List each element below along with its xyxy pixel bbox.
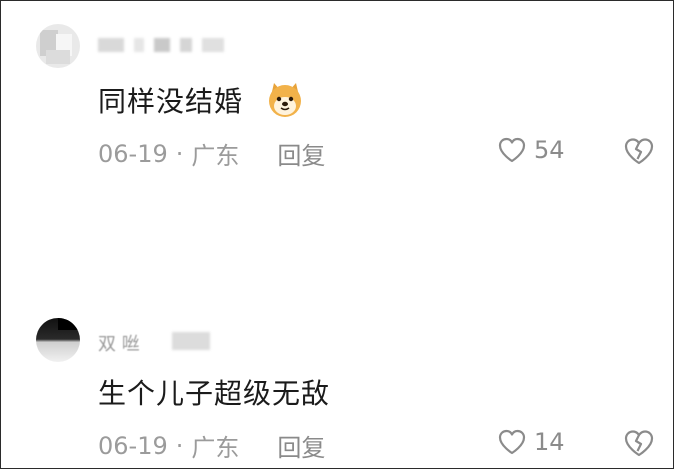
comment-location: 广东 bbox=[191, 142, 240, 170]
like-count: 54 bbox=[534, 136, 565, 164]
like-count: 14 bbox=[534, 428, 565, 456]
comment-meta: 06-19 · 广东 回复 bbox=[98, 428, 325, 463]
comment-meta: 06-19 · 广东 回复 bbox=[98, 136, 325, 171]
comment-item: 双 咝 生个儿子超级无敌 06-19 · 广东 回复 14 bbox=[0, 300, 674, 469]
username-blurred bbox=[172, 332, 210, 350]
reply-button[interactable]: 回复 bbox=[277, 136, 325, 171]
heart-outline-icon bbox=[498, 429, 526, 455]
doge-emoji-icon bbox=[269, 83, 301, 117]
like-button[interactable]: 14 bbox=[496, 426, 565, 458]
avatar[interactable] bbox=[36, 24, 80, 68]
comment-item: 同样没结婚 06-19 · 广东 回复 54 bbox=[0, 0, 674, 230]
comment-date: 06-19 bbox=[98, 431, 168, 460]
separator: · bbox=[175, 139, 184, 168]
like-button[interactable]: 54 bbox=[496, 134, 565, 166]
broken-heart-icon[interactable] bbox=[622, 134, 656, 168]
comment-location: 广东 bbox=[191, 434, 240, 462]
comment-text: 同样没结婚 bbox=[98, 85, 244, 118]
broken-heart-icon[interactable] bbox=[622, 426, 656, 460]
username[interactable]: 双 咝 bbox=[98, 330, 140, 356]
separator: · bbox=[175, 431, 184, 460]
reply-button[interactable]: 回复 bbox=[277, 428, 325, 463]
avatar[interactable] bbox=[36, 318, 80, 362]
comment-date: 06-19 bbox=[98, 139, 168, 168]
username-blurred[interactable] bbox=[98, 38, 224, 52]
comment-text: 生个儿子超级无敌 bbox=[98, 377, 331, 410]
heart-outline-icon bbox=[498, 137, 526, 163]
